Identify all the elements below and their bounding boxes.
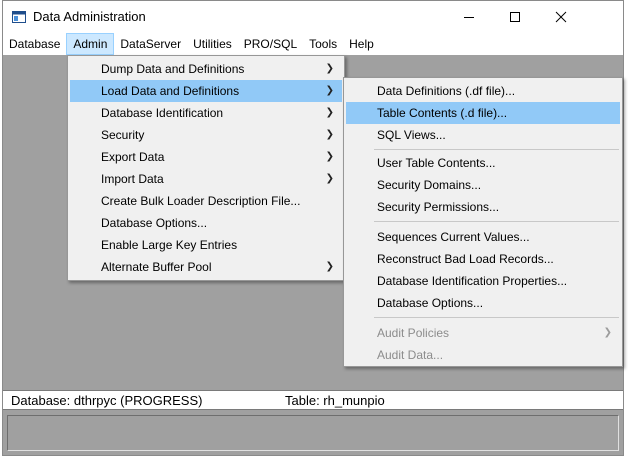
message-field [7,415,619,451]
menu-item-label: User Table Contents... [377,156,496,170]
admin-item-security[interactable]: Security ❯ [70,124,342,146]
status-bar: Database: dthrpyc (PROGRESS) Table: rh_m… [3,390,623,410]
load-data-submenu: Data Definitions (.df file)... Table Con… [343,77,623,367]
close-button[interactable] [538,1,584,33]
menu-item-label: Load Data and Definitions [101,84,240,98]
load-item-audit-data: Audit Data... [346,344,620,366]
load-item-reconstruct-bad-load-records[interactable]: Reconstruct Bad Load Records... [346,248,620,270]
chevron-right-icon: ❯ [325,261,334,272]
admin-item-create-bulk-loader[interactable]: Create Bulk Loader Description File... [70,190,342,212]
menu-item-label: Security Domains... [377,178,482,192]
window-title: Data Administration [33,9,146,24]
menu-tools[interactable]: Tools [303,33,343,55]
menu-item-label: Database Identification Properties... [377,274,568,288]
chevron-right-icon: ❯ [325,85,334,96]
menu-admin[interactable]: Admin [66,33,115,55]
title-bar: Data Administration [3,1,623,33]
load-item-sql-views[interactable]: SQL Views... [346,124,620,146]
admin-item-import-data[interactable]: Import Data ❯ [70,168,342,190]
load-item-table-contents[interactable]: Table Contents (.d file)... [346,102,620,124]
menu-help[interactable]: Help [343,33,380,55]
menu-item-label: Data Definitions (.df file)... [377,84,516,98]
admin-item-database-identification[interactable]: Database Identification ❯ [70,102,342,124]
chevron-right-icon: ❯ [325,63,334,74]
menu-item-label: Enable Large Key Entries [101,238,238,252]
admin-menu: Dump Data and Definitions ❯ Load Data and… [67,55,345,281]
minimize-button[interactable] [446,1,492,33]
menu-bar: Database Admin DataServer Utilities PRO/… [3,33,623,55]
maximize-icon [510,12,520,22]
load-item-security-permissions[interactable]: Security Permissions... [346,196,620,218]
menu-item-label: Alternate Buffer Pool [101,260,212,274]
menu-item-label: Sequences Current Values... [377,230,530,244]
load-item-data-definitions[interactable]: Data Definitions (.df file)... [346,80,620,102]
menu-item-label: Reconstruct Bad Load Records... [377,252,554,266]
menu-item-label: Audit Data... [377,348,444,362]
admin-item-enable-large-keys[interactable]: Enable Large Key Entries [70,234,342,256]
load-item-sequences-current-values[interactable]: Sequences Current Values... [346,226,620,248]
menu-separator [374,221,619,222]
chevron-right-icon: ❯ [603,327,612,338]
menu-utilities[interactable]: Utilities [187,33,238,55]
status-database: Database: dthrpyc (PROGRESS) [11,393,203,408]
admin-item-dump-data[interactable]: Dump Data and Definitions ❯ [70,58,342,80]
admin-item-load-data[interactable]: Load Data and Definitions ❯ [70,80,342,102]
chevron-right-icon: ❯ [325,151,334,162]
load-item-audit-policies: Audit Policies ❯ [346,322,620,344]
menu-item-label: Import Data [101,172,164,186]
status-table: Table: rh_munpio [285,393,385,408]
admin-item-export-data[interactable]: Export Data ❯ [70,146,342,168]
menu-item-label: Audit Policies [377,326,450,340]
menu-separator [374,317,619,318]
window-app-icon [12,11,26,23]
admin-item-alternate-buffer-pool[interactable]: Alternate Buffer Pool ❯ [70,256,342,278]
message-area [3,411,623,455]
chevron-right-icon: ❯ [325,173,334,184]
load-item-database-identification-properties[interactable]: Database Identification Properties... [346,270,620,292]
menu-item-label: Database Identification [101,106,224,120]
load-item-user-table-contents[interactable]: User Table Contents... [346,152,620,174]
close-icon [555,11,567,23]
chevron-right-icon: ❯ [325,107,334,118]
menu-item-label: Table Contents (.d file)... [377,106,508,120]
menu-item-label: Security Permissions... [377,200,500,214]
menu-separator [374,149,619,150]
menu-item-label: SQL Views... [377,128,446,142]
menu-item-label: Database Options... [101,216,208,230]
menu-pro-sql[interactable]: PRO/SQL [238,33,303,55]
menu-item-label: Create Bulk Loader Description File... [101,194,301,208]
menu-dataserver[interactable]: DataServer [114,33,187,55]
load-item-database-options[interactable]: Database Options... [346,292,620,314]
menu-item-label: Export Data [101,150,165,164]
menu-item-label: Security [101,128,145,142]
admin-item-database-options[interactable]: Database Options... [70,212,342,234]
minimize-icon [464,17,474,18]
menu-item-label: Dump Data and Definitions [101,62,245,76]
load-item-security-domains[interactable]: Security Domains... [346,174,620,196]
chevron-right-icon: ❯ [325,129,334,140]
maximize-button[interactable] [492,1,538,33]
menu-database[interactable]: Database [3,33,66,55]
menu-item-label: Database Options... [377,296,484,310]
